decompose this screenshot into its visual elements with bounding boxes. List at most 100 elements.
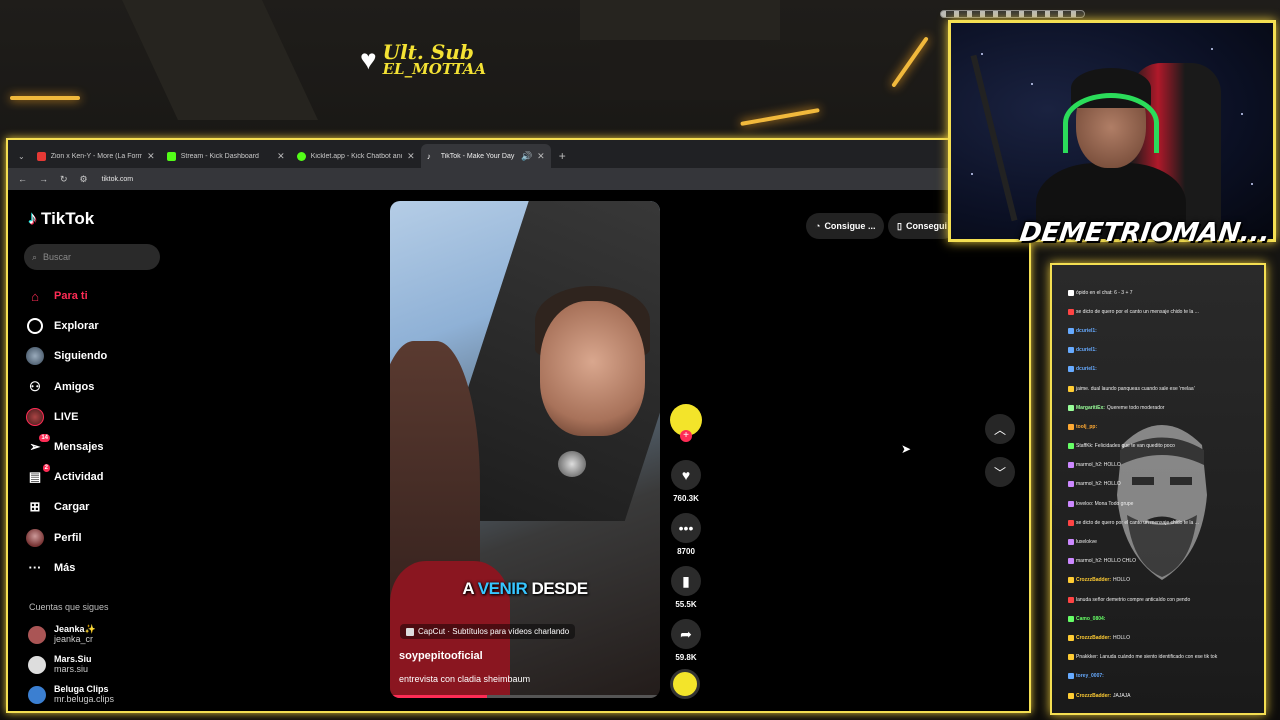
sidebar-item-para-ti[interactable]: ⌂ Para ti <box>26 281 107 311</box>
share-icon[interactable]: ➦ <box>671 619 701 649</box>
save-count: 55.5K <box>675 600 697 609</box>
chat-message: loveloo: Mona Todo grupe <box>1068 494 1258 513</box>
browser-tab[interactable]: Kicklet.app - Kick Chatbot and ... ✕ <box>291 144 421 168</box>
like-action[interactable]: ♥ 760.3K <box>670 460 702 503</box>
chat-username[interactable]: torey_0007: <box>1076 673 1104 679</box>
follow-plus-icon[interactable]: + <box>680 430 692 442</box>
chat-username[interactable]: CrozzzBadder: <box>1076 577 1111 583</box>
comment-icon[interactable]: ••• <box>671 513 701 543</box>
chat-username[interactable]: CrozzzBadder: <box>1076 635 1111 641</box>
close-tab-icon[interactable]: ✕ <box>537 151 545 162</box>
sidebar-item-actividad[interactable]: ▤ 2 Actividad <box>26 462 107 492</box>
chat-message: marmol_h2: HOLLO CHLO <box>1068 552 1258 571</box>
search-placeholder: Buscar <box>43 252 72 262</box>
get-desktop-app-button[interactable]: ▯ Consegui <box>888 213 956 239</box>
sidebar-item-mensajes[interactable]: ➢ 14 Mensajes <box>26 432 107 462</box>
following-account[interactable]: Beluga Clips mr.beluga.clips <box>28 680 114 710</box>
video-progress-fill <box>390 695 488 698</box>
address-bar: ← → ↻ ⚙ tiktok.com ⧉ ⌕ ▭ ☆ <box>8 168 1029 190</box>
chat-badge-icon <box>1068 615 1074 622</box>
chat-message: CrozzzBadder: HOLLO <box>1068 628 1258 647</box>
chat-message: marmol_h2: HOLLO <box>1068 456 1258 475</box>
chat-badge-icon <box>1068 539 1074 546</box>
activity-badge: 2 <box>42 464 50 473</box>
video-description: entrevista con cladia sheimbaum <box>399 674 531 684</box>
capcut-anchor[interactable]: CapCut · Subtítulos para vídeos charland… <box>400 624 576 639</box>
chat-text: luxelokve <box>1076 539 1097 546</box>
browser-tab[interactable]: Stream - Kick Dashboard ✕ <box>161 144 291 168</box>
sidebar-item-cargar[interactable]: ⊞ Cargar <box>26 492 107 522</box>
get-app-button[interactable]: ◔ Consigue ... <box>806 213 885 239</box>
chevron-down-icon: ﹀ <box>993 465 1006 480</box>
chat-message: StaffKk: Felicidades que te van quedito … <box>1068 437 1258 456</box>
close-tab-icon[interactable]: ✕ <box>147 151 155 162</box>
chat-message: dcuriel1: <box>1068 341 1258 360</box>
chat-username[interactable]: dcuriel1: <box>1076 328 1097 334</box>
tab-search-icon[interactable]: ⌄ <box>16 152 31 168</box>
forward-icon[interactable]: → <box>39 174 48 184</box>
url-field[interactable]: tiktok.com <box>102 176 134 183</box>
following-account[interactable]: Mars.Siu mars.siu <box>28 650 114 680</box>
tab-title: Zion x Ken-Y - More (La Formula... <box>50 152 142 160</box>
chat-text: Pnakkker: Lanuda cuándo me siento identi… <box>1076 654 1218 661</box>
comment-count: 8700 <box>677 547 695 556</box>
chat-username[interactable]: toolj_pp: <box>1076 424 1097 430</box>
sidebar-item-live[interactable]: LIVE <box>26 402 107 432</box>
chat-text: loveloo: Mona Todo grupe <box>1076 500 1134 507</box>
sidebar-item-amigos[interactable]: ⚇ Amigos <box>26 372 107 402</box>
site-info-icon[interactable]: ⚙ <box>80 174 88 185</box>
chat-text: JAJAJA <box>1113 692 1131 699</box>
chat-text: lanuda señor demetrio compre anticaído c… <box>1076 596 1191 603</box>
sidebar-item-explorar[interactable]: Explorar <box>26 311 107 341</box>
sidebar-nav: ⌂ Para ti Explorar Siguiendo ⚇ Amigos LI… <box>26 281 107 583</box>
chat-badge-icon <box>1068 673 1074 680</box>
video-author[interactable]: soypepitooficial <box>399 650 483 662</box>
video-progress-bar[interactable] <box>390 695 660 698</box>
ceiling-beam <box>580 0 780 40</box>
creator-avatar[interactable]: + <box>670 404 702 442</box>
chat-message: luxelokve <box>1068 532 1258 551</box>
kicklet-favicon-icon <box>296 151 306 161</box>
save-action[interactable]: ▮ 55.5K <box>670 566 702 609</box>
chat-username[interactable]: Camo_0804: <box>1076 616 1105 622</box>
chat-username[interactable]: dcuriel1: <box>1076 366 1097 372</box>
chat-username[interactable]: MargaritiEx: <box>1076 405 1105 411</box>
tiktok-logo[interactable]: ♪ TikTok <box>28 208 94 229</box>
browser-tab-active[interactable]: ♪ TikTok - Make Your Day 🔊 ✕ <box>420 144 551 168</box>
following-account[interactable]: Jeanka✨ jeanka_cr <box>28 620 114 650</box>
share-count: 59.8K <box>675 653 697 662</box>
bookmark-icon[interactable]: ▮ <box>671 566 701 596</box>
comment-action[interactable]: ••• 8700 <box>670 513 702 556</box>
heart-icon[interactable]: ♥ <box>671 460 701 490</box>
back-icon[interactable]: ← <box>18 174 27 184</box>
share-action[interactable]: ➦ 59.8K <box>670 619 702 662</box>
chat-badge-icon <box>1068 596 1074 603</box>
browser-tab[interactable]: Zion x Ken-Y - More (La Formula... ✕ <box>31 144 161 168</box>
video-player[interactable]: A VENIR DESDE CapCut · Subtítulos para v… <box>390 201 660 698</box>
new-tab-button[interactable]: + <box>551 149 574 168</box>
messages-badge: 14 <box>39 434 50 443</box>
ceiling-light <box>891 36 929 88</box>
reload-icon[interactable]: ↻ <box>60 174 68 185</box>
star <box>1251 183 1253 185</box>
chat-badge-icon <box>1068 366 1074 373</box>
chat-username[interactable]: CrozzzBadder: <box>1076 693 1111 699</box>
chat-message: CrozzzBadder: HOLLO <box>1068 571 1258 590</box>
compass-icon <box>26 317 44 335</box>
close-tab-icon[interactable]: ✕ <box>407 151 415 162</box>
music-disc-icon[interactable] <box>670 669 700 699</box>
next-video-button[interactable]: ﹀ <box>985 457 1015 487</box>
sidebar-item-mas[interactable]: ··· Más <box>26 553 107 583</box>
sidebar-item-siguiendo[interactable]: Siguiendo <box>26 341 107 371</box>
chat-text: HOLLO <box>1113 634 1130 641</box>
chat-message: se dicto de quero por el canto un mensaj… <box>1068 513 1258 532</box>
avatar <box>28 686 46 704</box>
search-input[interactable]: ⌕ Buscar <box>24 244 160 270</box>
chat-message: Pnakkker: Lanuda cuándo me siento identi… <box>1068 648 1258 667</box>
tab-audio-icon[interactable]: 🔊 <box>521 151 532 162</box>
previous-video-button[interactable]: ︿ <box>985 414 1015 444</box>
sidebar-item-perfil[interactable]: Perfil <box>26 523 107 553</box>
close-tab-icon[interactable]: ✕ <box>277 151 285 162</box>
chevron-up-icon: ︿ <box>993 422 1006 437</box>
chat-username[interactable]: dcuriel1: <box>1076 347 1097 353</box>
